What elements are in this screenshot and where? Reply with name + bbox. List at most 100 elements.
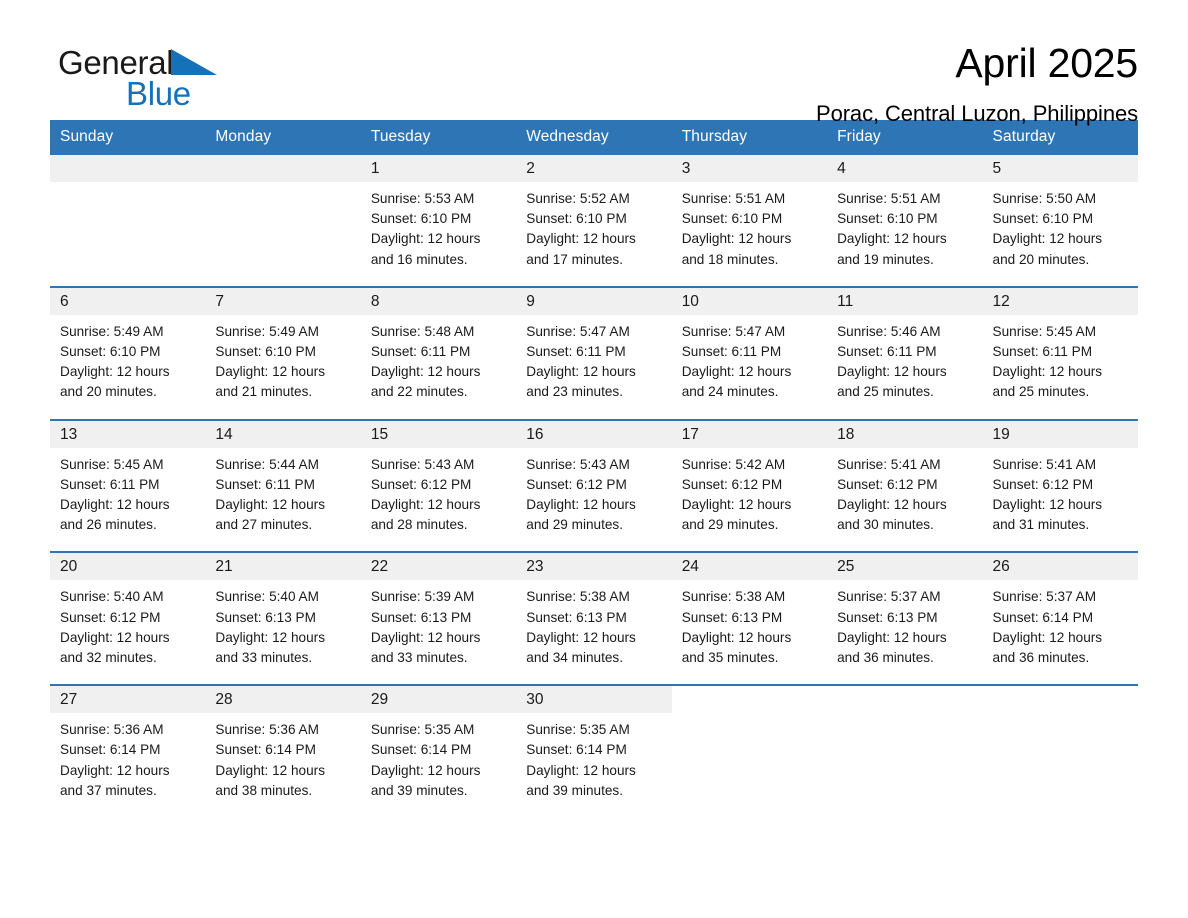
day-details: Sunrise: 5:37 AM Sunset: 6:14 PM Daylight:…: [983, 580, 1138, 668]
daylight-text-line1: Daylight: 12 hours: [681, 629, 792, 645]
sunset-text: Sunset: 6:10 PM: [60, 344, 161, 360]
sunrise-text: Sunrise: 5:46 AM: [837, 323, 941, 339]
day-number: 5: [982, 155, 1138, 182]
triangle-icon: [171, 49, 218, 75]
sunset-text: Sunset: 6:13 PM: [837, 609, 938, 625]
calendar-day-cell[interactable]: 6 Sunrise: 5:49 AM Sunset: 6:10 PM Daylight…: [50, 285, 206, 403]
sunrise-text: Sunrise: 5:37 AM: [992, 589, 1097, 605]
calendar-day-cell[interactable]: 21 Sunrise: 5:40 AM Sunset: 6:13 PM Dayligh…: [205, 551, 361, 669]
calendar-day-cell[interactable]: 30 Sunrise: 5:35 AM Sunset: 6:14 PM Dayligh…: [516, 684, 672, 802]
calendar-day-cell-empty: [205, 155, 361, 270]
daylight-text-line2: and 33 minutes.: [370, 650, 468, 666]
day-details: Sunrise: 5:48 AM Sunset: 6:11 PM Daylight:…: [361, 315, 516, 403]
day-number: 8: [360, 287, 517, 315]
week-spacer: [50, 269, 1138, 287]
day-details: Sunrise: 5:47 AM Sunset: 6:11 PM Daylight:…: [672, 315, 827, 403]
sunset-text: Sunset: 6:14 PM: [992, 609, 1094, 625]
calendar-day-cell[interactable]: 26 Sunrise: 5:37 AM Sunset: 6:14 PM Dayligh…: [982, 551, 1138, 669]
sunrise-text: Sunrise: 5:51 AM: [837, 191, 941, 206]
calendar-day-cell[interactable]: 23 Sunrise: 5:38 AM Sunset: 6:13 PM Dayligh…: [516, 551, 672, 669]
calendar-day-cell[interactable]: 4 Sunrise: 5:51 AM Sunset: 6:10 PM Daylight…: [827, 155, 983, 270]
day-details: Sunrise: 5:45 AM Sunset: 6:11 PM Daylight:…: [50, 448, 205, 536]
day-number: 15: [360, 420, 517, 448]
daylight-text-line1: Daylight: 12 hours: [837, 629, 947, 645]
calendar-day-cell[interactable]: 5 Sunrise: 5:50 AM Sunset: 6:10 PM Daylight…: [982, 155, 1138, 270]
calendar-day-cell[interactable]: 19 Sunrise: 5:41 AM Sunset: 6:12 PM Dayligh…: [982, 418, 1138, 536]
calendar-day-cell[interactable]: 25 Sunrise: 5:37 AM Sunset: 6:13 PM Dayligh…: [827, 551, 983, 669]
daylight-text-line1: Daylight: 12 hours: [526, 497, 636, 513]
calendar-day-cell[interactable]: 17 Sunrise: 5:42 AM Sunset: 6:12 PM Dayligh…: [671, 418, 828, 536]
calendar-day-cell[interactable]: 15 Sunrise: 5:43 AM Sunset: 6:12 PM Dayligh…: [360, 418, 517, 536]
daylight-text-line1: Daylight: 12 hours: [526, 364, 636, 380]
calendar-day-cell[interactable]: 1 Sunrise: 5:53 AM Sunset: 6:10 PM Daylight…: [360, 155, 517, 270]
sunset-text: Sunset: 6:10 PM: [526, 211, 627, 227]
daylight-text-line2: and 36 minutes.: [992, 650, 1090, 666]
day-number: 23: [516, 553, 672, 581]
daylight-text-line2: and 39 minutes.: [370, 782, 468, 798]
day-number: 30: [516, 686, 672, 714]
calendar-day-cell[interactable]: 10 Sunrise: 5:47 AM Sunset: 6:11 PM Dayligh…: [671, 285, 828, 403]
calendar-day-cell[interactable]: 3 Sunrise: 5:51 AM Sunset: 6:10 PM Daylight…: [671, 155, 828, 270]
calendar-day-cell[interactable]: 7 Sunrise: 5:49 AM Sunset: 6:10 PM Daylight…: [205, 285, 361, 403]
calendar-day-cell[interactable]: 12 Sunrise: 5:45 AM Sunset: 6:11 PM Dayligh…: [982, 285, 1138, 403]
sunrise-text: Sunrise: 5:35 AM: [526, 722, 630, 738]
sunrise-text: Sunrise: 5:47 AM: [681, 323, 786, 339]
daylight-text-line2: and 25 minutes.: [837, 384, 934, 400]
daylight-text-line1: Daylight: 12 hours: [681, 497, 792, 513]
day-number: 27: [50, 686, 206, 714]
daylight-text-line1: Daylight: 12 hours: [837, 364, 947, 380]
sunrise-text: Sunrise: 5:43 AM: [526, 456, 630, 472]
sunset-text: Sunset: 6:10 PM: [837, 211, 938, 227]
calendar-day-cell[interactable]: 29 Sunrise: 5:35 AM Sunset: 6:14 PM Dayligh…: [360, 684, 517, 802]
day-details: Sunrise: 5:51 AM Sunset: 6:10 PM Daylight:…: [672, 182, 827, 270]
sunset-text: Sunset: 6:13 PM: [681, 609, 783, 625]
calendar-day-cell[interactable]: 16 Sunrise: 5:43 AM Sunset: 6:12 PM Dayligh…: [516, 418, 672, 536]
page-header: General Blue April 2025 Porac, Central L…: [50, 0, 1138, 126]
day-number: 16: [516, 420, 672, 448]
calendar-day-cell[interactable]: 27 Sunrise: 5:36 AM Sunset: 6:14 PM Dayligh…: [50, 684, 206, 802]
day-details: Sunrise: 5:44 AM Sunset: 6:11 PM Daylight:…: [205, 448, 360, 536]
sunset-text: Sunset: 6:12 PM: [992, 476, 1094, 492]
daylight-text-line1: Daylight: 12 hours: [681, 364, 792, 380]
calendar-day-cell[interactable]: 11 Sunrise: 5:46 AM Sunset: 6:11 PM Dayligh…: [827, 285, 983, 403]
sunrise-text: Sunrise: 5:38 AM: [681, 589, 786, 605]
calendar-week-row: 1 Sunrise: 5:53 AM Sunset: 6:10 PM Daylight…: [50, 155, 1138, 270]
day-details: Sunrise: 5:47 AM Sunset: 6:11 PM Daylight:…: [516, 315, 671, 403]
day-number: 2: [516, 155, 672, 182]
daylight-text-line1: Daylight: 12 hours: [681, 231, 792, 247]
sunrise-text: Sunrise: 5:36 AM: [60, 722, 164, 738]
daylight-text-line2: and 18 minutes.: [681, 251, 779, 267]
daylight-text-line1: Daylight: 12 hours: [60, 762, 170, 778]
day-number: 11: [827, 287, 983, 315]
sunrise-text: Sunrise: 5:49 AM: [215, 323, 319, 339]
daylight-text-line1: Daylight: 12 hours: [837, 497, 947, 513]
calendar-day-cell[interactable]: 8 Sunrise: 5:48 AM Sunset: 6:11 PM Daylight…: [360, 285, 517, 403]
calendar-day-cell[interactable]: 18 Sunrise: 5:41 AM Sunset: 6:12 PM Dayligh…: [827, 418, 983, 536]
week-spacer: [50, 668, 1138, 686]
daylight-text-line2: and 16 minutes.: [370, 251, 468, 267]
daylight-text-line1: Daylight: 12 hours: [370, 497, 481, 513]
day-details: Sunrise: 5:53 AM Sunset: 6:10 PM Daylight:…: [361, 182, 516, 270]
calendar-day-cell[interactable]: 20 Sunrise: 5:40 AM Sunset: 6:12 PM Dayligh…: [50, 551, 206, 669]
calendar-day-cell[interactable]: 9 Sunrise: 5:47 AM Sunset: 6:11 PM Daylight…: [516, 285, 672, 403]
calendar-day-cell[interactable]: 28 Sunrise: 5:36 AM Sunset: 6:14 PM Dayligh…: [205, 684, 361, 802]
calendar-day-cell-empty: [50, 155, 206, 270]
day-number: 3: [671, 155, 828, 182]
calendar-day-cell[interactable]: 24 Sunrise: 5:38 AM Sunset: 6:13 PM Dayligh…: [671, 551, 828, 669]
calendar-day-cell[interactable]: 14 Sunrise: 5:44 AM Sunset: 6:11 PM Dayligh…: [205, 418, 361, 536]
sunset-text: Sunset: 6:12 PM: [370, 476, 472, 492]
calendar-day-cell[interactable]: 22 Sunrise: 5:39 AM Sunset: 6:13 PM Dayligh…: [360, 551, 517, 669]
day-number-band: [205, 155, 361, 182]
day-number: 28: [205, 686, 361, 714]
calendar-page: General Blue April 2025 Porac, Central L…: [0, 0, 1188, 918]
calendar-day-cell[interactable]: 2 Sunrise: 5:52 AM Sunset: 6:10 PM Daylight…: [516, 155, 672, 270]
sunset-text: Sunset: 6:10 PM: [370, 211, 472, 227]
day-number: 26: [982, 553, 1138, 581]
calendar-day-cell-empty: [827, 684, 983, 802]
daylight-text-line2: and 29 minutes.: [681, 517, 779, 533]
sunrise-text: Sunrise: 5:50 AM: [992, 191, 1097, 206]
sunset-text: Sunset: 6:12 PM: [60, 609, 161, 625]
sunset-text: Sunset: 6:11 PM: [215, 476, 315, 492]
week-spacer: [50, 402, 1138, 420]
calendar-day-cell[interactable]: 13 Sunrise: 5:45 AM Sunset: 6:11 PM Dayligh…: [50, 418, 206, 536]
